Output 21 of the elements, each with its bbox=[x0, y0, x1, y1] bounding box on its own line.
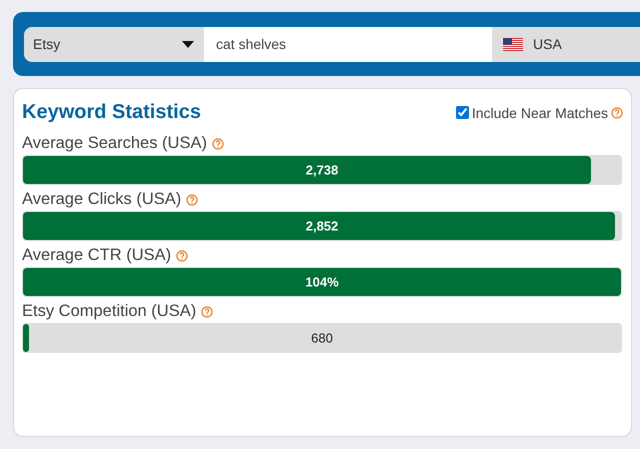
marketplace-dropdown[interactable]: Etsy bbox=[24, 26, 204, 62]
flag-icon bbox=[503, 38, 523, 50]
country-dropdown[interactable]: USA bbox=[492, 26, 640, 62]
metric-value: 104% bbox=[305, 274, 339, 290]
metric-label: Average Searches (USA) bbox=[22, 134, 207, 153]
metric-label: Etsy Competition (USA) bbox=[22, 302, 196, 321]
help-icon[interactable] bbox=[611, 106, 623, 118]
card-title: Keyword Statistics bbox=[22, 101, 201, 124]
metric-label: Average Clicks (USA) bbox=[22, 190, 182, 209]
help-icon[interactable] bbox=[212, 138, 224, 150]
help-icon[interactable] bbox=[201, 306, 214, 318]
caret-icon bbox=[182, 40, 194, 48]
checkbox-label: Include Near Matches bbox=[472, 104, 608, 120]
keyword-field[interactable]: cat shelves bbox=[204, 26, 492, 62]
help-icon[interactable] bbox=[186, 194, 198, 206]
metric-value: 2,852 bbox=[306, 218, 338, 234]
near-matches-checkbox[interactable] bbox=[456, 106, 469, 119]
metric-value: 680 bbox=[311, 330, 333, 346]
help-icon[interactable] bbox=[176, 250, 188, 262]
metric-label: Average CTR (USA) bbox=[22, 246, 172, 265]
metric-value: 2,738 bbox=[306, 162, 338, 178]
